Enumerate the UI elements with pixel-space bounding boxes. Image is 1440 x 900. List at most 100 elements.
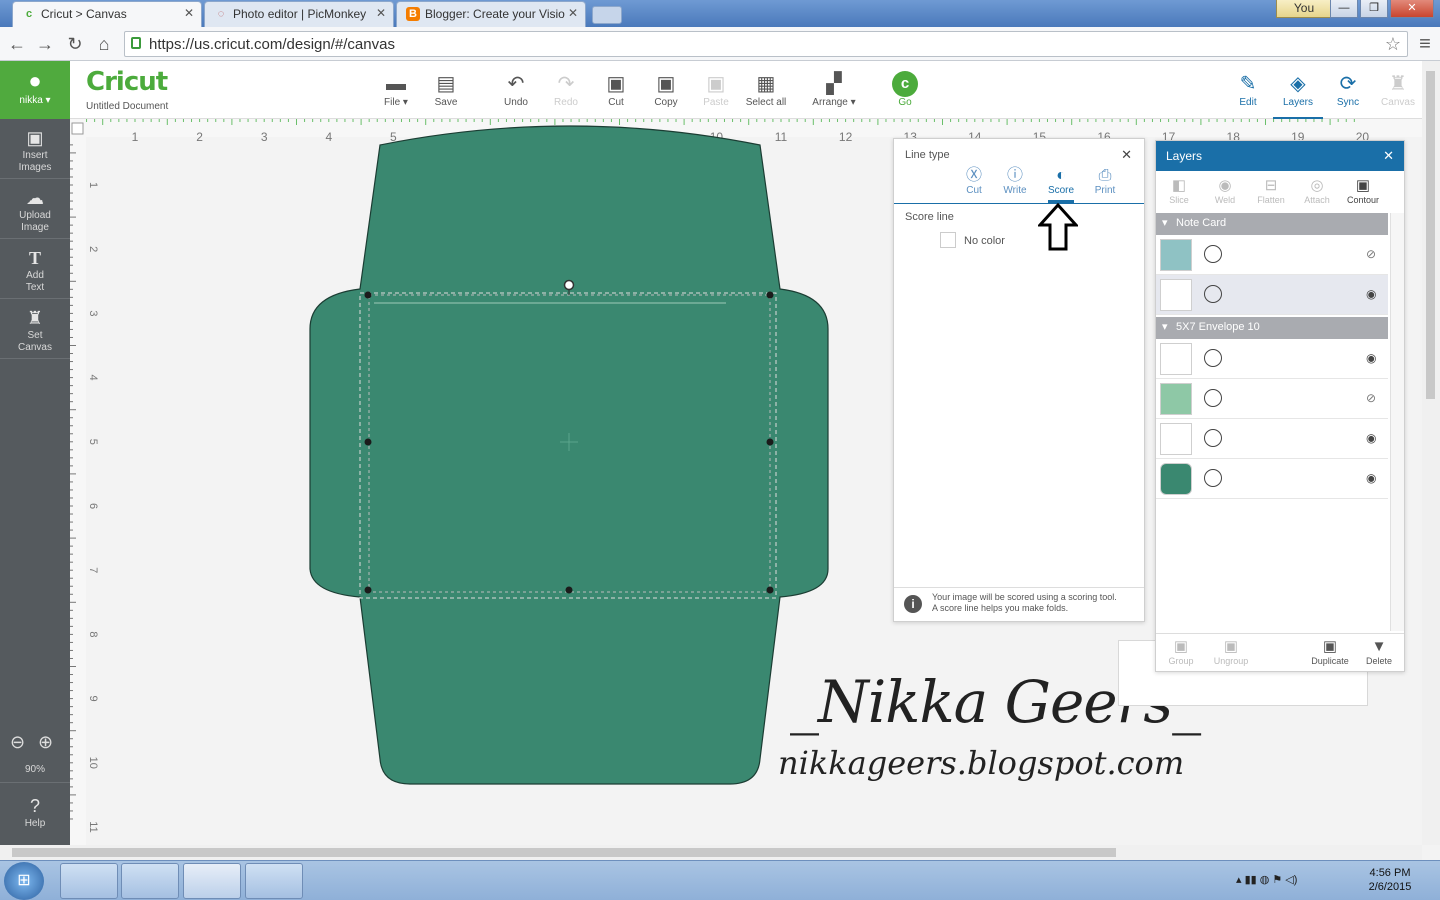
arrange-icon: ▞: [826, 73, 842, 95]
chrome-taskbar-icon[interactable]: [183, 863, 241, 899]
flatten-icon: ⊟: [1264, 177, 1278, 194]
duplicate-button[interactable]: ▣ Duplicate: [1306, 638, 1354, 666]
linetype-cut-option[interactable]: Ⓧ Cut: [960, 167, 988, 196]
close-icon[interactable]: ✕: [1121, 147, 1132, 163]
paste-button[interactable]: ▣ Paste: [691, 71, 741, 108]
tab-picmonkey[interactable]: ◌ Photo editor | PicMonkey ✕: [204, 1, 394, 27]
ungroup-button[interactable]: ▣ Ungroup: [1210, 638, 1252, 666]
minimize-icon[interactable]: —: [1330, 0, 1358, 18]
color-swatch[interactable]: [940, 232, 956, 248]
document-name[interactable]: Untitled Document: [86, 101, 168, 112]
resize-handle[interactable]: [766, 291, 774, 299]
layer-group-header[interactable]: ▾ 5X7 Envelope 10: [1156, 317, 1388, 339]
vertical-scrollbar[interactable]: [1422, 61, 1440, 845]
go-button[interactable]: c Go: [880, 71, 930, 108]
eye-hidden-icon[interactable]: ⊘: [1366, 392, 1382, 404]
scroll-thumb[interactable]: [12, 848, 1116, 857]
sidebar-item-upload-image[interactable]: ☁ Upload Image: [0, 188, 70, 234]
file-button[interactable]: ▬ File ▾: [371, 71, 421, 108]
delete-button[interactable]: ▼ Delete: [1358, 638, 1400, 666]
layer-row[interactable]: ◉: [1156, 459, 1388, 499]
close-icon[interactable]: ✕: [1383, 148, 1394, 164]
resize-handle[interactable]: [565, 586, 573, 594]
new-tab-button[interactable]: [592, 6, 622, 24]
undo-button[interactable]: ↶ Undo: [491, 71, 541, 108]
scroll-thumb[interactable]: [1426, 71, 1435, 399]
tab-blogger[interactable]: B Blogger: Create your Visio ✕: [396, 1, 586, 27]
envelope-design[interactable]: [300, 119, 840, 799]
layer-row[interactable]: ⊘: [1156, 235, 1388, 275]
system-tray-icons[interactable]: ▴ ▮▮ ◍ ⚑ ◁): [1236, 873, 1297, 886]
eye-hidden-icon[interactable]: ⊘: [1366, 248, 1382, 260]
sidebar-item-set-canvas[interactable]: ♜ Set Canvas: [0, 308, 70, 354]
resize-handle[interactable]: [364, 438, 372, 446]
layer-thumbnail: [1160, 463, 1192, 495]
close-tab-icon[interactable]: ✕: [376, 6, 386, 20]
bookmark-star-icon[interactable]: ☆: [1385, 34, 1401, 55]
paint-taskbar-icon[interactable]: [245, 863, 303, 899]
url-input[interactable]: https://us.cricut.com/design/#/canvas ☆: [124, 31, 1408, 57]
forward-icon[interactable]: →: [34, 33, 56, 55]
sidebar-item-insert-images[interactable]: ▣ Insert Images: [0, 128, 70, 174]
start-button[interactable]: ⊞: [4, 862, 44, 900]
close-window-icon[interactable]: ✕: [1390, 0, 1434, 18]
arrange-button[interactable]: ▞ Arrange ▾: [806, 71, 862, 108]
explorer-taskbar-icon[interactable]: [60, 863, 118, 899]
back-icon[interactable]: ←: [6, 33, 28, 55]
eye-icon[interactable]: ◉: [1366, 432, 1382, 444]
sidebar-label: Add: [26, 270, 44, 281]
edit-button[interactable]: ✎ Edit: [1223, 71, 1273, 108]
media-player-taskbar-icon[interactable]: [121, 863, 179, 899]
ruler-label: 4: [87, 375, 99, 381]
resize-handle[interactable]: [766, 586, 774, 594]
resize-handle[interactable]: [364, 291, 372, 299]
eye-icon[interactable]: ◉: [1366, 352, 1382, 364]
save-button[interactable]: ▤ Save: [421, 71, 471, 108]
linetype-score-option[interactable]: ◐ Score: [1046, 167, 1076, 196]
copy-button[interactable]: ▣ Copy: [641, 71, 691, 108]
close-tab-icon[interactable]: ✕: [568, 6, 578, 20]
rotate-handle[interactable]: [563, 279, 575, 291]
group-button[interactable]: ▣ Group: [1160, 638, 1202, 666]
weld-button[interactable]: ◉ Weld: [1204, 177, 1246, 205]
sidebar-divider: [0, 178, 70, 179]
envelope-shape[interactable]: [309, 125, 829, 785]
layer-row[interactable]: ◉: [1156, 275, 1388, 315]
linetype-write-option[interactable]: ⓘ Write: [1000, 167, 1030, 196]
attach-button[interactable]: ◎ Attach: [1296, 177, 1338, 205]
zoom-in-icon[interactable]: ⊕: [38, 732, 53, 753]
horizontal-scrollbar[interactable]: [0, 845, 1422, 860]
cut-button[interactable]: ▣ Cut: [591, 71, 641, 108]
layer-group-header[interactable]: ▾ Note Card: [1156, 213, 1388, 235]
contour-button[interactable]: ▣ Contour: [1342, 177, 1384, 205]
reload-icon[interactable]: ↻: [64, 33, 86, 55]
layer-row[interactable]: ◉: [1156, 419, 1388, 459]
home-icon[interactable]: ⌂: [93, 33, 115, 55]
layers-button[interactable]: ◈ Layers: [1273, 71, 1323, 119]
eye-icon[interactable]: ◉: [1366, 288, 1382, 300]
select-all-button[interactable]: ▦ Select all: [741, 71, 791, 108]
flatten-button[interactable]: ⊟ Flatten: [1250, 177, 1292, 205]
clock[interactable]: 4:56 PM 2/6/2015: [1350, 866, 1430, 894]
close-tab-icon[interactable]: ✕: [184, 6, 194, 20]
layer-row[interactable]: ◉: [1156, 339, 1388, 379]
zoom-out-icon[interactable]: ⊖: [10, 732, 25, 753]
profile-button[interactable]: You: [1276, 0, 1332, 18]
slice-button[interactable]: ◧ Slice: [1158, 177, 1200, 205]
help-button[interactable]: ? Help: [0, 796, 70, 830]
user-menu[interactable]: ● nikka ▾: [0, 61, 70, 119]
eye-icon[interactable]: ◉: [1366, 472, 1382, 484]
canvas-button[interactable]: ♜ Canvas: [1373, 71, 1423, 108]
layer-row[interactable]: ⊘: [1156, 379, 1388, 419]
resize-handle[interactable]: [364, 586, 372, 594]
linetype-print-option[interactable]: ⎙ Print: [1090, 167, 1120, 196]
menu-icon[interactable]: ≡: [1414, 33, 1436, 55]
resize-handle[interactable]: [766, 438, 774, 446]
sync-button[interactable]: ⟳ Sync: [1323, 71, 1373, 108]
restore-icon[interactable]: ❐: [1360, 0, 1388, 18]
tab-cricut-canvas[interactable]: c Cricut > Canvas ✕: [12, 1, 202, 27]
layers-scrollbar[interactable]: [1390, 213, 1404, 631]
redo-button[interactable]: ↷ Redo: [541, 71, 591, 108]
sidebar-item-add-text[interactable]: T Add Text: [0, 248, 70, 294]
option-label: Score: [1047, 185, 1075, 196]
